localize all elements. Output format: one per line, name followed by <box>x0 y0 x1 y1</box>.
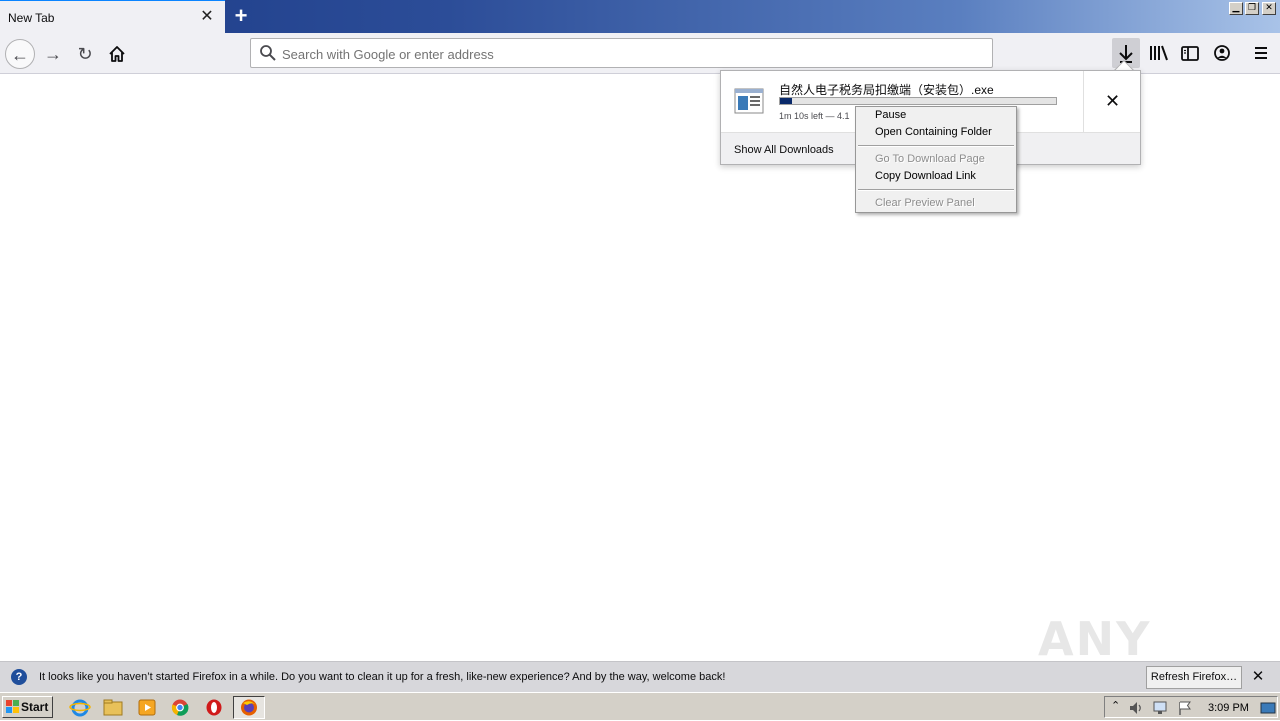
home-icon <box>109 46 125 62</box>
menu-item-copy-download-link[interactable]: Copy Download Link <box>875 170 976 182</box>
show-desktop-icon[interactable] <box>1259 699 1277 717</box>
network-icon[interactable] <box>1151 699 1169 717</box>
menu-separator <box>858 189 1014 191</box>
account-button[interactable] <box>1208 39 1236 69</box>
refresh-firefox-button[interactable]: Refresh Firefox… <box>1146 666 1242 689</box>
exe-file-icon <box>734 88 764 114</box>
download-status: 1m 10s left — 4.1 <box>779 111 850 121</box>
show-all-downloads-button[interactable]: Show All Downloads <box>734 144 834 156</box>
menu-separator <box>858 145 1014 147</box>
ie-icon[interactable] <box>69 697 91 718</box>
media-player-icon[interactable] <box>136 697 158 718</box>
menu-item-pause[interactable]: Pause <box>875 109 906 121</box>
url-input[interactable] <box>282 45 982 63</box>
notification-bar: ? It looks like you haven’t started Fire… <box>0 661 1280 692</box>
action-center-flag-icon[interactable] <box>1176 699 1194 717</box>
menu-button[interactable] <box>1247 39 1275 69</box>
library-icon <box>1150 45 1168 61</box>
show-hidden-icons[interactable]: ⌃ <box>1111 699 1120 712</box>
search-icon <box>260 45 276 61</box>
sidebar-button[interactable] <box>1176 39 1204 69</box>
account-icon <box>1214 45 1230 61</box>
question-icon: ? <box>11 669 27 685</box>
menu-item-open-containing-folder[interactable]: Open Containing Folder <box>875 126 992 138</box>
clock: 3:09 PM <box>1208 702 1249 714</box>
start-button[interactable]: Start <box>2 696 53 718</box>
chrome-icon[interactable] <box>169 697 191 718</box>
reload-button[interactable]: ↻ <box>70 39 100 69</box>
download-progress-fill <box>780 98 793 104</box>
taskbar-firefox-button[interactable] <box>233 696 265 719</box>
opera-icon[interactable] <box>203 697 225 718</box>
sidebar-icon <box>1181 46 1199 61</box>
new-tab-button[interactable]: + <box>230 5 252 27</box>
menu-item-go-to-download-page: Go To Download Page <box>875 153 985 165</box>
download-progress-bar <box>779 97 1057 105</box>
close-window-button[interactable]: ✕ <box>1262 2 1276 15</box>
tab-new-tab[interactable]: New Tab ✕ <box>0 0 225 33</box>
cancel-download-button[interactable]: ✕ <box>1084 71 1141 132</box>
tab-title: New Tab <box>8 11 55 25</box>
back-button[interactable]: ← <box>5 39 35 69</box>
volume-icon[interactable] <box>1127 699 1145 717</box>
notification-close-icon[interactable]: ✕ <box>1249 668 1267 686</box>
start-label: Start <box>21 700 49 714</box>
nav-toolbar: ← → ↻ <box>0 33 1280 74</box>
home-button[interactable] <box>102 39 132 69</box>
download-context-menu: Pause Open Containing Folder Go To Downl… <box>855 106 1017 213</box>
library-button[interactable] <box>1145 39 1173 69</box>
hamburger-menu-icon <box>1255 47 1267 59</box>
restore-button[interactable]: ❐ <box>1245 2 1259 15</box>
menu-item-clear-preview-panel: Clear Preview Panel <box>875 197 975 209</box>
windows-logo-icon <box>6 700 19 713</box>
forward-button[interactable]: → <box>38 39 68 69</box>
system-tray: ⌃ <box>1104 696 1278 718</box>
firefox-icon <box>241 699 257 716</box>
minimize-button[interactable]: ▁ <box>1229 2 1243 15</box>
download-filename: 自然人电子税务局扣缴端（安装包）.exe <box>779 83 994 97</box>
notification-text: It looks like you haven’t started Firefo… <box>39 671 726 683</box>
tab-close-icon[interactable]: ✕ <box>198 8 216 26</box>
url-bar[interactable] <box>250 38 993 68</box>
taskbar: Start ⌃ 3:09 PM <box>0 692 1280 720</box>
explorer-icon[interactable] <box>102 697 124 718</box>
